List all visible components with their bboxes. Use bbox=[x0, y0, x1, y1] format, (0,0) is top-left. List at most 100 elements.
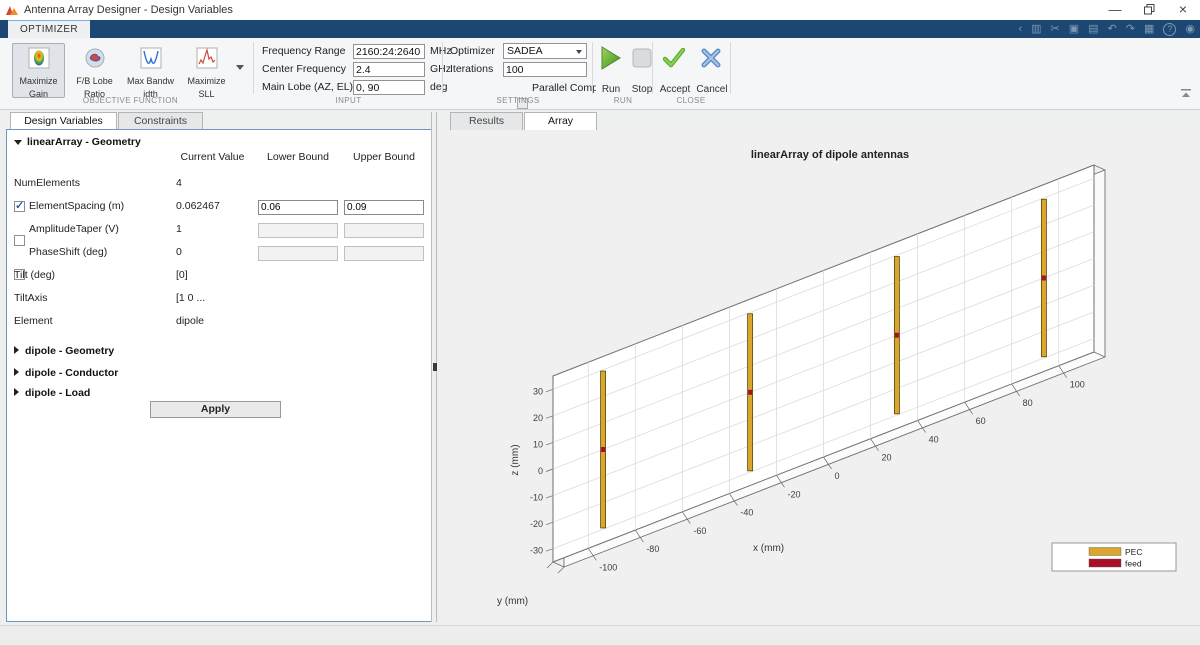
elementspacing-checkbox[interactable] bbox=[14, 201, 25, 212]
section-divider bbox=[253, 42, 254, 94]
z-tick-label: -30 bbox=[530, 546, 543, 556]
row-value-element: dipole bbox=[176, 314, 204, 329]
tab-optimizer[interactable]: OPTIMIZER bbox=[8, 20, 90, 38]
row-label-tilt: Tilt (deg) bbox=[14, 268, 55, 283]
quick-access-toolbar: ‹ ▥ ✂ ▣ ▤ ↶ ↷ ▦ ? ◉ bbox=[1018, 20, 1195, 38]
apply-button[interactable]: Apply bbox=[150, 401, 281, 418]
undo-icon[interactable]: ↶ bbox=[1108, 20, 1117, 38]
main-lobe-input[interactable] bbox=[353, 80, 425, 95]
title-bar: Antenna Array Designer - Design Variable… bbox=[0, 0, 1200, 20]
maximize-gain-icon bbox=[28, 47, 50, 69]
iterations-label: Iterations bbox=[450, 62, 493, 77]
legend-label: feed bbox=[1125, 559, 1142, 569]
column-header-upper-bound: Upper Bound bbox=[340, 151, 428, 163]
tab-array[interactable]: Array bbox=[524, 112, 597, 130]
button-label: Maximize bbox=[181, 76, 232, 87]
elementspacing-lower-bound-input[interactable] bbox=[258, 200, 338, 215]
dipole-feed bbox=[1042, 275, 1046, 280]
row-value-phaseshift: 0 bbox=[176, 245, 182, 260]
dipole-feed bbox=[601, 447, 605, 452]
redo-icon[interactable]: ↷ bbox=[1126, 20, 1135, 38]
dipole-feed bbox=[748, 390, 752, 395]
resources-icon[interactable]: ◉ bbox=[1185, 20, 1195, 38]
close-button[interactable]: × bbox=[1166, 0, 1200, 20]
accept-label: Accept bbox=[656, 84, 694, 95]
dipole-load-header[interactable]: dipole - Load bbox=[14, 387, 90, 399]
row-value-tiltaxis: [1 0 ... bbox=[176, 291, 205, 306]
row-value-elementspacing: 0.062467 bbox=[176, 199, 220, 214]
stop-button[interactable] bbox=[632, 48, 652, 73]
collapsed-triangle-icon bbox=[14, 346, 19, 354]
section-divider bbox=[442, 42, 443, 94]
dipole-geometry-header[interactable]: dipole - Geometry bbox=[14, 345, 114, 357]
frequency-range-input[interactable] bbox=[353, 44, 425, 59]
row-label-tiltaxis: TiltAxis bbox=[14, 291, 47, 306]
accept-button[interactable] bbox=[663, 48, 685, 73]
cancel-label: Cancel bbox=[694, 84, 730, 95]
section-label: SETTINGS bbox=[444, 96, 592, 105]
row-label-elementspacing: ElementSpacing (m) bbox=[29, 199, 124, 214]
objective-gallery-arrow[interactable] bbox=[236, 65, 244, 70]
app-logo-icon bbox=[6, 4, 19, 16]
section-label: INPUT bbox=[255, 96, 442, 105]
optimizer-dropdown[interactable]: SADEA bbox=[503, 43, 587, 59]
panel-splitter[interactable] bbox=[431, 112, 437, 622]
splitter-handle[interactable] bbox=[433, 363, 437, 371]
phaseshift-upper-bound-input bbox=[344, 246, 424, 261]
column-header-current-value: Current Value bbox=[160, 151, 265, 163]
maximize-sll-button[interactable]: Maximize SLL bbox=[180, 43, 233, 98]
x-tick-label: 80 bbox=[1023, 398, 1033, 408]
center-frequency-label: Center Frequency bbox=[262, 62, 346, 77]
dipole-feed bbox=[895, 333, 899, 338]
section-divider bbox=[592, 42, 593, 94]
collapsed-triangle-icon bbox=[14, 388, 19, 396]
maximize-gain-button[interactable]: Maximize Gain bbox=[12, 43, 65, 98]
chevron-down-icon bbox=[576, 50, 582, 54]
frequency-range-unit: MHz bbox=[430, 44, 452, 59]
save-icon[interactable]: ▥ bbox=[1031, 20, 1041, 38]
tab-design-variables[interactable]: Design Variables bbox=[10, 112, 117, 130]
max-bandwidth-button[interactable]: Max Bandw idth bbox=[124, 43, 177, 98]
help-icon[interactable]: ? bbox=[1163, 23, 1176, 36]
elementspacing-upper-bound-input[interactable] bbox=[344, 200, 424, 215]
amplitudetaper-checkbox[interactable] bbox=[14, 235, 25, 246]
z-axis-label: z (mm) bbox=[510, 444, 521, 475]
run-icon bbox=[600, 46, 622, 70]
x-tick-label: -80 bbox=[646, 544, 659, 554]
layout-icon[interactable]: ▦ bbox=[1144, 20, 1154, 38]
z-tick-label: -20 bbox=[530, 519, 543, 529]
z-tick-label: 30 bbox=[533, 386, 543, 396]
stop-icon bbox=[632, 48, 652, 68]
optimizer-ribbon: Maximize Gain F/B Lobe Ratio Max Bandw i… bbox=[0, 38, 1200, 110]
x-tick-label: -40 bbox=[740, 508, 753, 518]
collapsed-triangle-icon bbox=[14, 368, 19, 376]
z-tick-label: 0 bbox=[538, 466, 543, 476]
section-label: CLOSE bbox=[652, 96, 730, 105]
z-tick-label: -10 bbox=[530, 493, 543, 503]
x-tick-label: 100 bbox=[1070, 380, 1085, 390]
tab-constraints[interactable]: Constraints bbox=[118, 112, 203, 130]
cancel-button[interactable] bbox=[701, 48, 721, 73]
tab-results[interactable]: Results bbox=[450, 112, 523, 130]
dipole-conductor-header[interactable]: dipole - Conductor bbox=[14, 367, 118, 379]
toolstrip-tab-bar: OPTIMIZER ‹ ▥ ✂ ▣ ▤ ↶ ↷ ▦ ? ◉ bbox=[0, 20, 1200, 38]
amplitudetaper-upper-bound-input bbox=[344, 223, 424, 238]
button-label: Max Bandw bbox=[125, 76, 176, 87]
stop-label: Stop bbox=[626, 84, 658, 95]
collapse-ribbon-icon[interactable] bbox=[1180, 88, 1192, 99]
iterations-input[interactable] bbox=[503, 62, 587, 77]
paste-icon[interactable]: ▤ bbox=[1088, 20, 1098, 38]
chevron-left-icon[interactable]: ‹ bbox=[1018, 20, 1022, 38]
run-button[interactable] bbox=[600, 46, 622, 75]
lineararray-geometry-header[interactable]: linearArray - Geometry bbox=[14, 136, 141, 148]
cut-icon[interactable]: ✂ bbox=[1051, 20, 1060, 38]
array-plot[interactable]: -100-80-60-40-200204060801003020100-10-2… bbox=[440, 130, 1200, 625]
phaseshift-lower-bound-input bbox=[258, 246, 338, 261]
row-label-element: Element bbox=[14, 314, 53, 329]
restore-button[interactable] bbox=[1132, 0, 1166, 20]
center-frequency-input[interactable] bbox=[353, 62, 425, 77]
fb-lobe-ratio-button[interactable]: F/B Lobe Ratio bbox=[68, 43, 121, 98]
minimize-button[interactable]: — bbox=[1098, 0, 1132, 20]
parallel-computing-label: Parallel Computing bbox=[532, 81, 596, 96]
copy-icon[interactable]: ▣ bbox=[1069, 20, 1079, 38]
